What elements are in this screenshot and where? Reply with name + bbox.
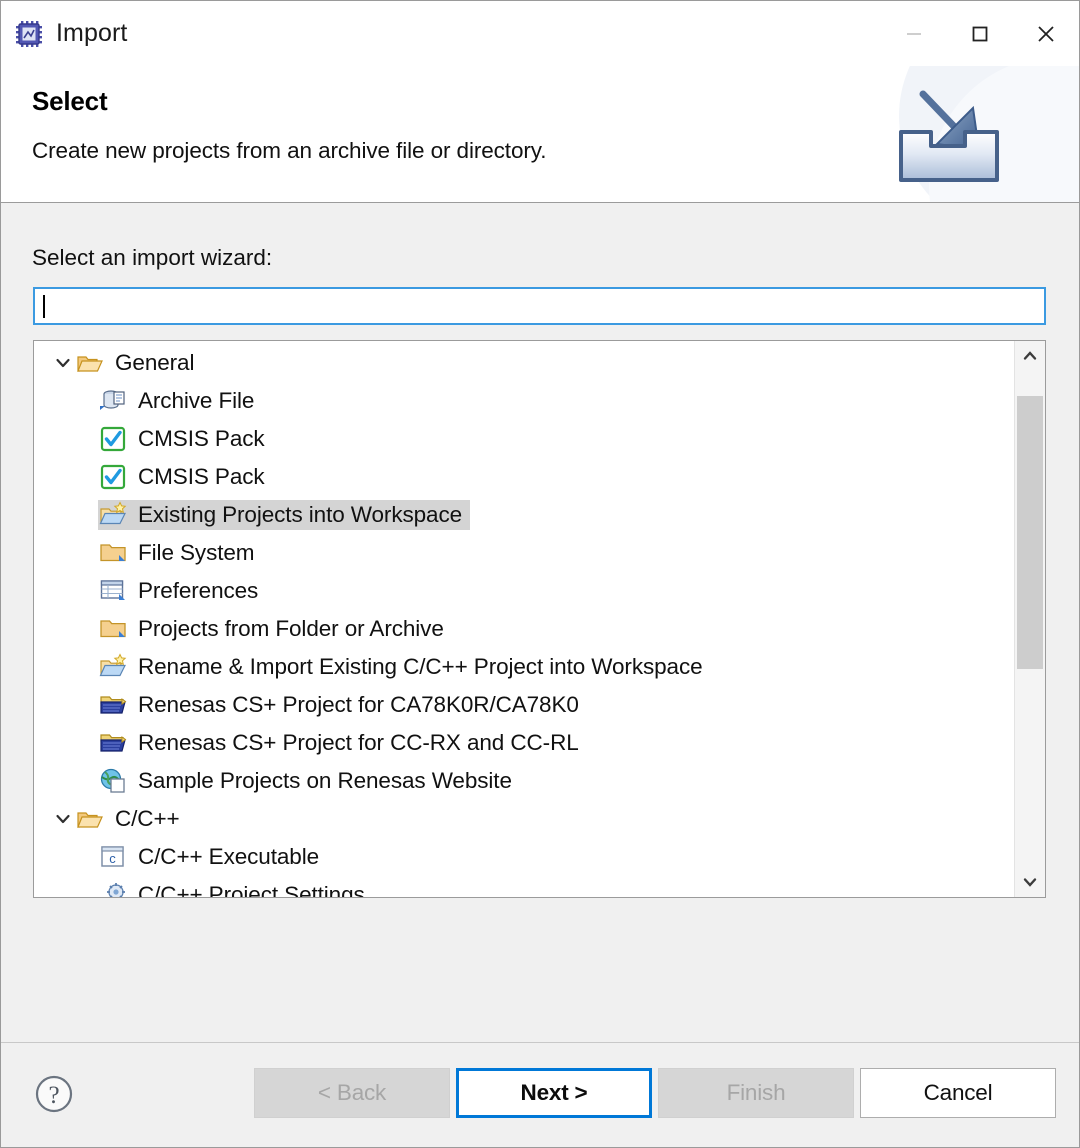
- tree-item-row[interactable]: Preferences: [34, 572, 1014, 610]
- tree-item-label: C/C++ Executable: [138, 844, 320, 869]
- tree-item-row[interactable]: Rename & Import Existing C/C++ Project i…: [34, 648, 1014, 686]
- tree-item-label: CMSIS Pack: [138, 464, 265, 489]
- tree-item-label: CMSIS Pack: [138, 426, 265, 451]
- import-project-folder-icon: [98, 500, 128, 530]
- folder-icon: [98, 538, 128, 568]
- folder-icon: [98, 614, 128, 644]
- row-content: Archive File: [98, 386, 262, 416]
- dialog-footer: ? < Back Next > Finish Cancel: [1, 1042, 1079, 1147]
- svg-text:c: c: [109, 851, 116, 866]
- checkbox-checked-icon: [98, 424, 128, 454]
- cancel-button[interactable]: Cancel: [860, 1068, 1056, 1118]
- row-content: File System: [98, 538, 262, 568]
- svg-text:?: ?: [48, 1082, 59, 1109]
- dialog-body: Select an import wizard: General Archive …: [1, 203, 1079, 1042]
- tree-item-row[interactable]: File System: [34, 534, 1014, 572]
- wizard-header: Select Create new projects from an archi…: [1, 66, 1079, 203]
- tree-item-row[interactable]: C/C++ Project Settings: [34, 876, 1014, 897]
- finish-button: Finish: [658, 1068, 854, 1118]
- tree-rows-container: General Archive File CMSIS Pack CMSIS Pack E…: [34, 341, 1014, 897]
- filter-label: Select an import wizard:: [32, 245, 273, 270]
- row-content: c C/C++ Executable: [98, 842, 327, 872]
- tree-item-label: Archive File: [138, 388, 255, 413]
- minimize-icon[interactable]: [881, 1, 947, 66]
- selected-row-highlight: Existing Projects into Workspace: [98, 500, 471, 530]
- globe-page-icon: [98, 766, 128, 796]
- tree-item-label: Existing Projects into Workspace: [138, 502, 463, 527]
- row-content: Projects from Folder or Archive: [98, 614, 452, 644]
- renesas-folder-icon: [98, 690, 128, 720]
- tree-item-label: Renesas CS+ Project for CA78K0R/CA78K0: [138, 692, 579, 717]
- tree-item-label: Rename & Import Existing C/C++ Project i…: [138, 654, 703, 679]
- open-folder-icon: [75, 804, 105, 834]
- project-settings-icon: [98, 880, 128, 897]
- tree-item-label: C/C++ Project Settings: [138, 882, 365, 897]
- tree-item-label: Projects from Folder or Archive: [138, 616, 444, 641]
- row-content: Renesas CS+ Project for CC-RX and CC-RL: [98, 728, 587, 758]
- chip-icon: [14, 19, 44, 49]
- tree-item-label: File System: [138, 540, 255, 565]
- row-content: C/C++: [75, 804, 188, 834]
- window-controls: [881, 1, 1079, 66]
- row-content: C/C++ Project Settings: [98, 880, 373, 897]
- tree-item-row[interactable]: c C/C++ Executable: [34, 838, 1014, 876]
- c-executable-icon: c: [98, 842, 128, 872]
- import-tray-arrow-icon: [879, 66, 1079, 202]
- row-content: Rename & Import Existing C/C++ Project i…: [98, 652, 711, 682]
- tree-item-row[interactable]: CMSIS Pack: [34, 420, 1014, 458]
- row-content: Sample Projects on Renesas Website: [98, 766, 520, 796]
- tree-vertical-scrollbar[interactable]: [1014, 341, 1045, 897]
- back-button: < Back: [254, 1068, 450, 1118]
- tree-item-label: C/C++: [115, 806, 180, 831]
- checkbox-checked-icon: [98, 462, 128, 492]
- tree-group-row[interactable]: C/C++: [34, 800, 1014, 838]
- page-description: Create new projects from an archive file…: [32, 138, 547, 163]
- tree-item-row[interactable]: Sample Projects on Renesas Website: [34, 762, 1014, 800]
- tree-item-row[interactable]: Renesas CS+ Project for CC-RX and CC-RL: [34, 724, 1014, 762]
- tree-item-label: Preferences: [138, 578, 259, 603]
- tree-item-label: Renesas CS+ Project for CC-RX and CC-RL: [138, 730, 579, 755]
- title-bar: Import: [1, 1, 1079, 66]
- row-content: Preferences: [98, 576, 266, 606]
- tree-item-label: Sample Projects on Renesas Website: [138, 768, 512, 793]
- tree-item-row[interactable]: Renesas CS+ Project for CA78K0R/CA78K0: [34, 686, 1014, 724]
- page-title: Select: [32, 86, 108, 116]
- tree-item-row[interactable]: Existing Projects into Workspace: [34, 496, 1014, 534]
- help-question-icon[interactable]: ?: [33, 1073, 75, 1115]
- renesas-folder-icon: [98, 728, 128, 758]
- wizard-buttons: < Back Next > Finish Cancel: [254, 1068, 1056, 1118]
- import-dialog: Import Select Create new projects from a…: [0, 0, 1080, 1148]
- chevron-down-icon[interactable]: [51, 800, 75, 838]
- row-content: CMSIS Pack: [98, 424, 273, 454]
- chevron-up-icon[interactable]: [1015, 341, 1045, 371]
- tree-item-label: General: [115, 350, 195, 375]
- preferences-table-icon: [98, 576, 128, 606]
- open-folder-icon: [75, 348, 105, 378]
- wizard-tree[interactable]: General Archive File CMSIS Pack CMSIS Pack E…: [33, 340, 1046, 898]
- wizard-filter-input[interactable]: [33, 287, 1046, 325]
- chevron-down-icon[interactable]: [1015, 867, 1045, 897]
- row-content: Renesas CS+ Project for CA78K0R/CA78K0: [98, 690, 587, 720]
- next-button[interactable]: Next >: [456, 1068, 652, 1118]
- scrollbar-thumb[interactable]: [1017, 395, 1043, 669]
- tree-item-row[interactable]: Archive File: [34, 382, 1014, 420]
- archive-file-icon: [98, 386, 128, 416]
- text-caret: [43, 295, 45, 318]
- window-title: Import: [56, 19, 128, 47]
- tree-item-row[interactable]: Projects from Folder or Archive: [34, 610, 1014, 648]
- chevron-down-icon[interactable]: [51, 344, 75, 382]
- close-icon[interactable]: [1013, 1, 1079, 66]
- tree-item-row[interactable]: CMSIS Pack: [34, 458, 1014, 496]
- row-content: General: [75, 348, 202, 378]
- maximize-icon[interactable]: [947, 1, 1013, 66]
- import-project-folder-icon: [98, 652, 128, 682]
- row-content: CMSIS Pack: [98, 462, 273, 492]
- tree-group-row[interactable]: General: [34, 344, 1014, 382]
